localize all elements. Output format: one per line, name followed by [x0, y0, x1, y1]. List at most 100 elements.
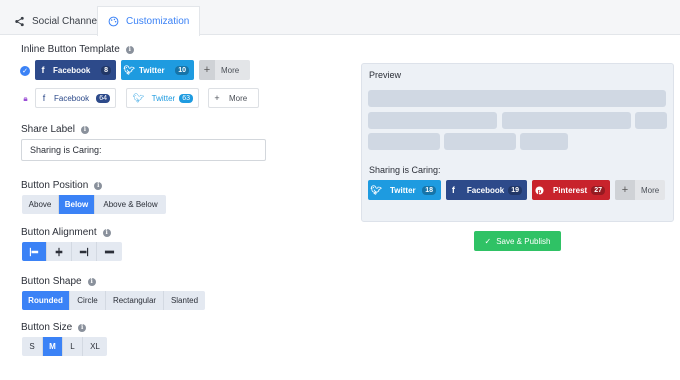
position-label: Button Position: [21, 180, 89, 191]
plus-icon: +: [615, 180, 635, 200]
check-icon: ✓: [484, 236, 492, 246]
position-option-below[interactable]: Below: [59, 195, 95, 214]
size-option-xl[interactable]: XL: [83, 337, 107, 356]
palette-icon: [108, 16, 119, 27]
share-count: 19: [508, 185, 522, 195]
button-name: Pinterest: [552, 185, 588, 195]
preview-twitter-button[interactable]: 🐦︎ Twitter 18: [368, 180, 441, 200]
align-center-icon: [55, 247, 63, 256]
template-label: Inline Button Template i: [21, 44, 134, 55]
tab-label: Social Channels: [32, 15, 105, 27]
shape-option-rectangular[interactable]: Rectangular: [106, 291, 164, 310]
template1-more-button[interactable]: + More: [199, 60, 250, 80]
template1-facebook-button[interactable]: f Facebook 8: [35, 60, 116, 80]
template-label-text: Inline Button Template: [21, 44, 120, 55]
position-heading: Button Position i: [21, 180, 103, 191]
template1-twitter-button[interactable]: 🐦︎ Twitter 10: [121, 60, 194, 80]
shape-option-rounded[interactable]: Rounded: [22, 291, 70, 310]
align-stretch-option[interactable]: [97, 242, 122, 261]
tab-bar: Social Channels Customization: [0, 0, 680, 36]
button-name: More: [221, 65, 240, 75]
info-icon[interactable]: i: [87, 277, 96, 286]
save-publish-label: Save & Publish: [496, 236, 551, 246]
template-selected-check-icon[interactable]: ✓: [20, 66, 30, 76]
button-name: Twitter: [151, 93, 176, 103]
placeholder-line: [520, 133, 568, 150]
alignment-label: Button Alignment: [21, 227, 97, 238]
position-option-above-below[interactable]: Above & Below: [95, 195, 166, 214]
facebook-icon: f: [41, 65, 45, 75]
twitter-icon: 🐦︎: [132, 92, 145, 103]
placeholder-line: [368, 112, 497, 129]
shape-option-circle[interactable]: Circle: [70, 291, 106, 310]
share-label-input[interactable]: Sharing is Caring:: [21, 139, 266, 161]
facebook-icon: f: [451, 185, 455, 195]
button-name: More: [641, 185, 660, 195]
share-count: 27: [591, 185, 605, 195]
position-option-above[interactable]: Above: [22, 195, 59, 214]
shape-selector: Rounded Circle Rectangular Slanted: [22, 291, 205, 310]
plus-icon: +: [214, 93, 220, 103]
size-label: Button Size: [21, 322, 73, 333]
preview-share-text: Sharing is Caring:: [369, 165, 441, 175]
placeholder-line: [368, 90, 666, 107]
preview-more-button[interactable]: + More: [615, 180, 665, 200]
button-name: More: [229, 93, 248, 103]
button-name: Facebook: [54, 93, 90, 103]
lock-icon: 🔒︎: [23, 93, 28, 103]
save-publish-button[interactable]: ✓ Save & Publish: [474, 231, 561, 251]
info-icon[interactable]: i: [125, 45, 134, 54]
info-icon[interactable]: i: [80, 125, 89, 134]
share-count: 18: [422, 185, 436, 195]
template2-more-button[interactable]: + More: [208, 88, 259, 108]
placeholder-line: [635, 112, 667, 129]
facebook-icon: f: [42, 93, 46, 103]
placeholder-line: [502, 112, 631, 129]
shape-option-slanted[interactable]: Slanted: [164, 291, 205, 310]
pinterest-icon: p: [532, 180, 547, 200]
share-label-heading: Share Label i: [21, 124, 89, 135]
align-left-option[interactable]: [22, 242, 47, 261]
info-icon[interactable]: i: [94, 181, 103, 190]
button-name: Twitter: [390, 185, 416, 195]
share-label-text: Share Label: [21, 124, 75, 135]
share-count: 63: [179, 93, 193, 103]
preview-title: Preview: [369, 70, 402, 80]
twitter-icon: 🐦︎: [370, 184, 382, 195]
align-center-option[interactable]: [47, 242, 72, 261]
svg-text:p: p: [538, 187, 542, 194]
position-selector: Above Below Above & Below: [22, 195, 166, 214]
info-icon[interactable]: i: [78, 323, 87, 332]
shape-label: Button Shape: [21, 276, 82, 287]
size-selector: S M L XL: [22, 337, 107, 356]
tab-customization[interactable]: Customization: [97, 6, 201, 36]
template2-facebook-button[interactable]: f Facebook 64: [35, 88, 116, 108]
alignment-selector: [22, 242, 122, 261]
share-count: 8: [101, 65, 111, 75]
align-left-icon: [29, 247, 39, 256]
size-option-m[interactable]: M: [43, 337, 63, 356]
align-stretch-icon: [104, 250, 115, 253]
alignment-heading: Button Alignment i: [21, 227, 111, 238]
preview-pinterest-button[interactable]: p Pinterest 27: [532, 180, 610, 200]
size-option-s[interactable]: S: [22, 337, 43, 356]
info-icon[interactable]: i: [102, 228, 111, 237]
placeholder-line: [444, 133, 516, 150]
align-right-icon: [79, 247, 89, 256]
size-option-l[interactable]: L: [63, 337, 83, 356]
template2-twitter-button[interactable]: 🐦︎ Twitter 63: [126, 88, 199, 108]
placeholder-line: [368, 133, 440, 150]
button-name: Twitter: [139, 65, 165, 75]
size-heading: Button Size i: [21, 322, 87, 333]
tab-label: Customization: [126, 16, 190, 27]
share-label-value: Sharing is Caring:: [30, 145, 102, 155]
shape-heading: Button Shape i: [21, 276, 96, 287]
plus-icon: +: [199, 60, 215, 80]
twitter-icon: 🐦︎: [123, 64, 135, 75]
share-icon: [15, 16, 24, 26]
preview-facebook-button[interactable]: f Facebook 19: [446, 180, 527, 200]
share-count: 10: [175, 65, 189, 75]
button-name: Facebook: [466, 185, 505, 195]
align-right-option[interactable]: [72, 242, 97, 261]
share-count: 64: [96, 93, 110, 103]
